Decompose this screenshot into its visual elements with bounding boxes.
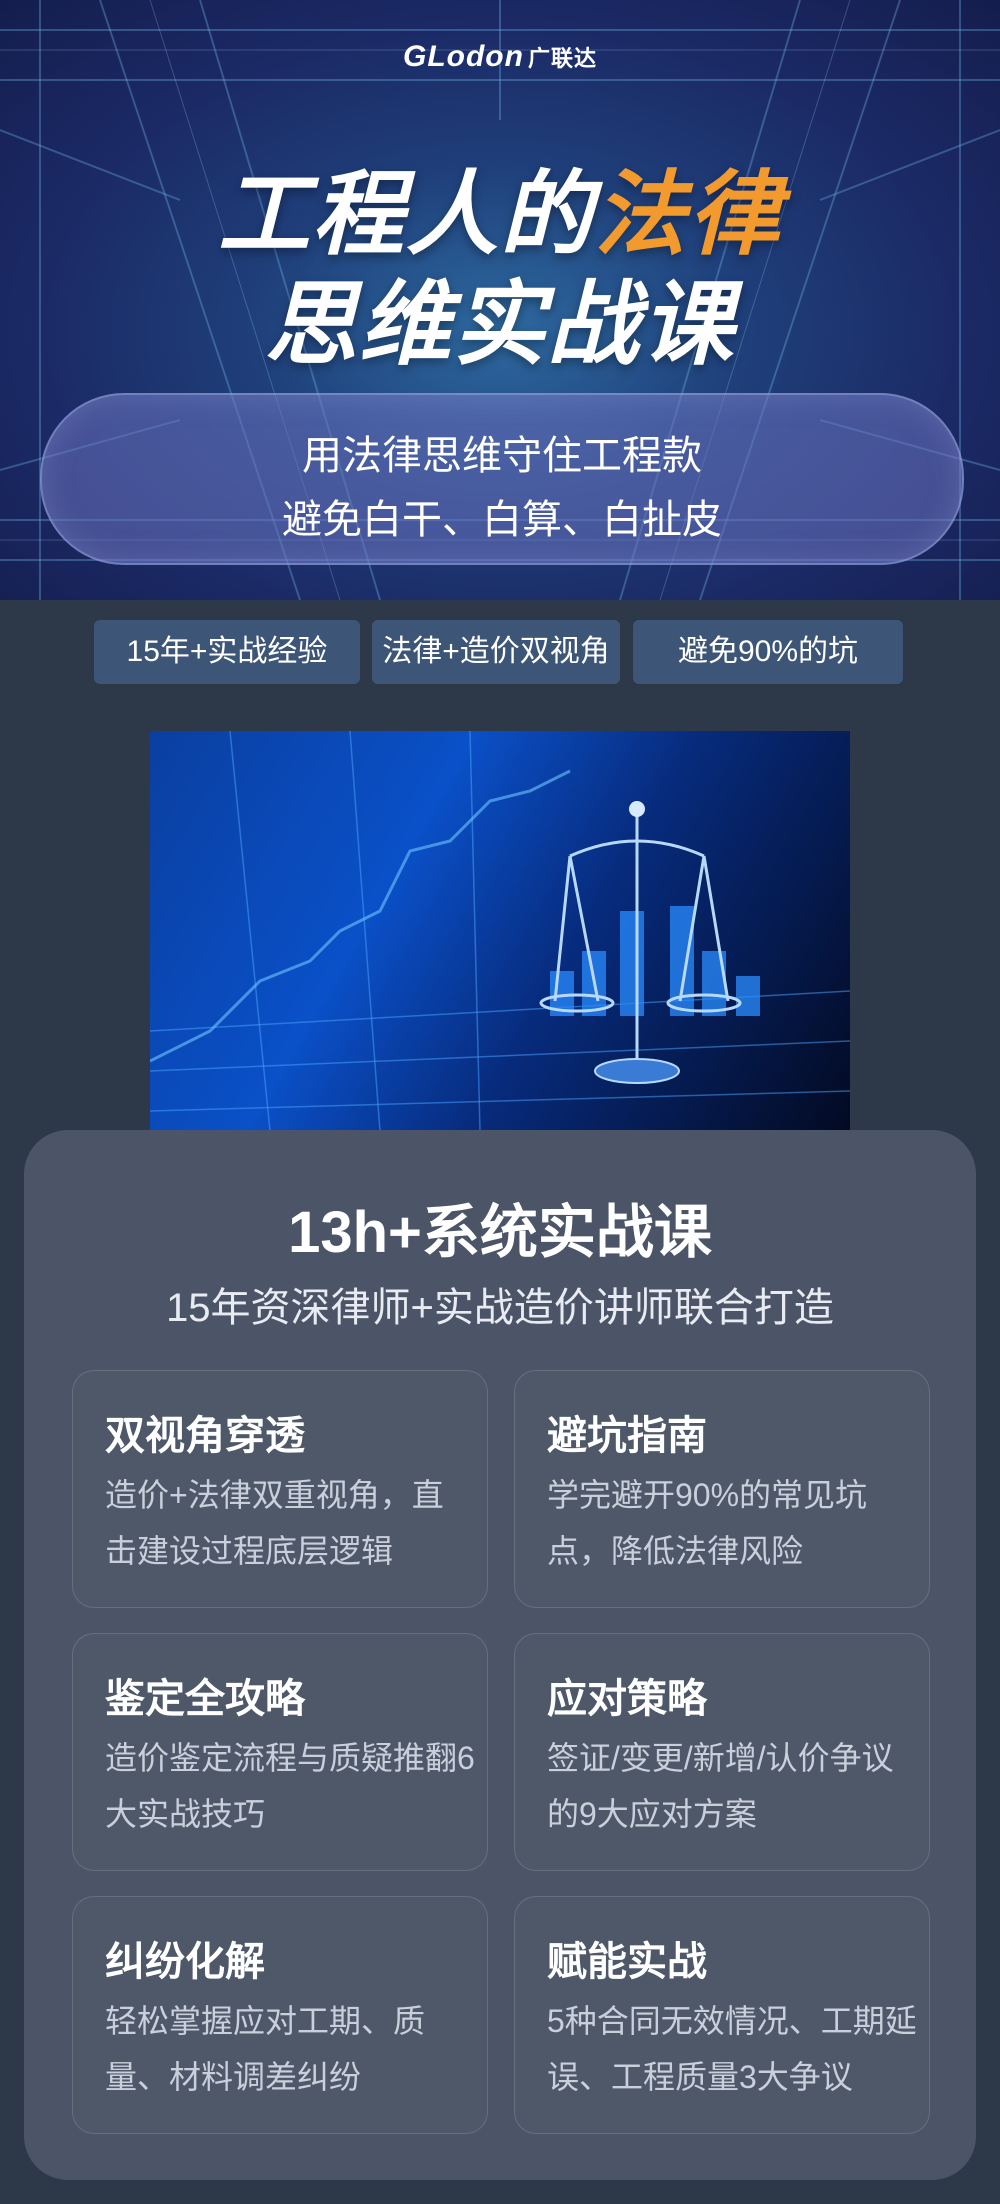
feature-card: 鉴定全攻略 造价鉴定流程与质疑推翻6大实战技巧	[72, 1633, 488, 1871]
course-illustration	[150, 731, 850, 1131]
feature-card-title: 纠纷化解	[105, 1940, 265, 1984]
feature-card-title: 应对策略	[547, 1677, 707, 1721]
feature-card: 应对策略 签证/变更/新增/认价争议的9大应对方案	[514, 1633, 930, 1871]
hero-title-line2: 思维实战课	[264, 274, 735, 376]
feature-card: 避坑指南 学完避开90%的常见坑点，降低法律风险	[514, 1370, 930, 1608]
course-title: 13h+系统实战课	[288, 1200, 712, 1265]
tag-dual-view: 法律+造价双视角	[372, 620, 620, 684]
feature-card-title: 鉴定全攻略	[105, 1677, 305, 1721]
tag-experience: 15年+实战经验	[94, 620, 360, 684]
feature-card-title: 双视角穿透	[105, 1414, 305, 1458]
slogan-pill: 用法律思维守住工程款 避免白干、白算、白扯皮	[40, 393, 964, 565]
feature-card: 双视角穿透 造价+法律双重视角，直击建设过程底层逻辑	[72, 1370, 488, 1608]
feature-card: 纠纷化解 轻松掌握应对工期、质量、材料调差纠纷	[72, 1896, 488, 2134]
brand-logo: GLodon 广联达	[0, 40, 1000, 74]
course-subtitle: 15年资深律师+实战造价讲师联合打造	[166, 1286, 834, 1330]
feature-card-desc: 学完避开90%的常见坑点，降低法律风险	[547, 1477, 868, 1569]
feature-card-desc: 5种合同无效情况、工期延误、工程质量3大争议	[547, 2003, 917, 2095]
feature-card-desc: 签证/变更/新增/认价争议的9大应对方案	[547, 1740, 894, 1832]
slogan-line2: 避免白干、白算、白扯皮	[282, 498, 722, 542]
feature-card-desc: 造价鉴定流程与质疑推翻6大实战技巧	[105, 1740, 475, 1832]
feature-card-title: 避坑指南	[547, 1414, 707, 1458]
tag-avoid-pitfalls: 避免90%的坑	[633, 620, 903, 684]
scales-of-justice-icon	[150, 731, 850, 1131]
feature-card-desc: 造价+法律双重视角，直击建设过程底层逻辑	[105, 1477, 444, 1569]
feature-tags: 15年+实战经验 法律+造价双视角 避免90%的坑	[0, 620, 1000, 684]
logo-cn-text: 广联达	[527, 46, 597, 71]
course-panel: 13h+系统实战课 15年资深律师+实战造价讲师联合打造 双视角穿透 造价+法律…	[24, 1130, 976, 2180]
hero-banner: GLodon 广联达 工程人的法律 思维实战课 用法律思维守住工程款 避免白干、白…	[0, 0, 1000, 600]
feature-card-desc: 轻松掌握应对工期、质量、材料调差纠纷	[105, 2003, 426, 2095]
feature-card: 赋能实战 5种合同无效情况、工期延误、工程质量3大争议	[514, 1896, 930, 2134]
slogan-line1: 用法律思维守住工程款	[302, 434, 702, 478]
feature-card-title: 赋能实战	[547, 1940, 707, 1984]
logo-latin-text: GLodon	[403, 40, 524, 73]
